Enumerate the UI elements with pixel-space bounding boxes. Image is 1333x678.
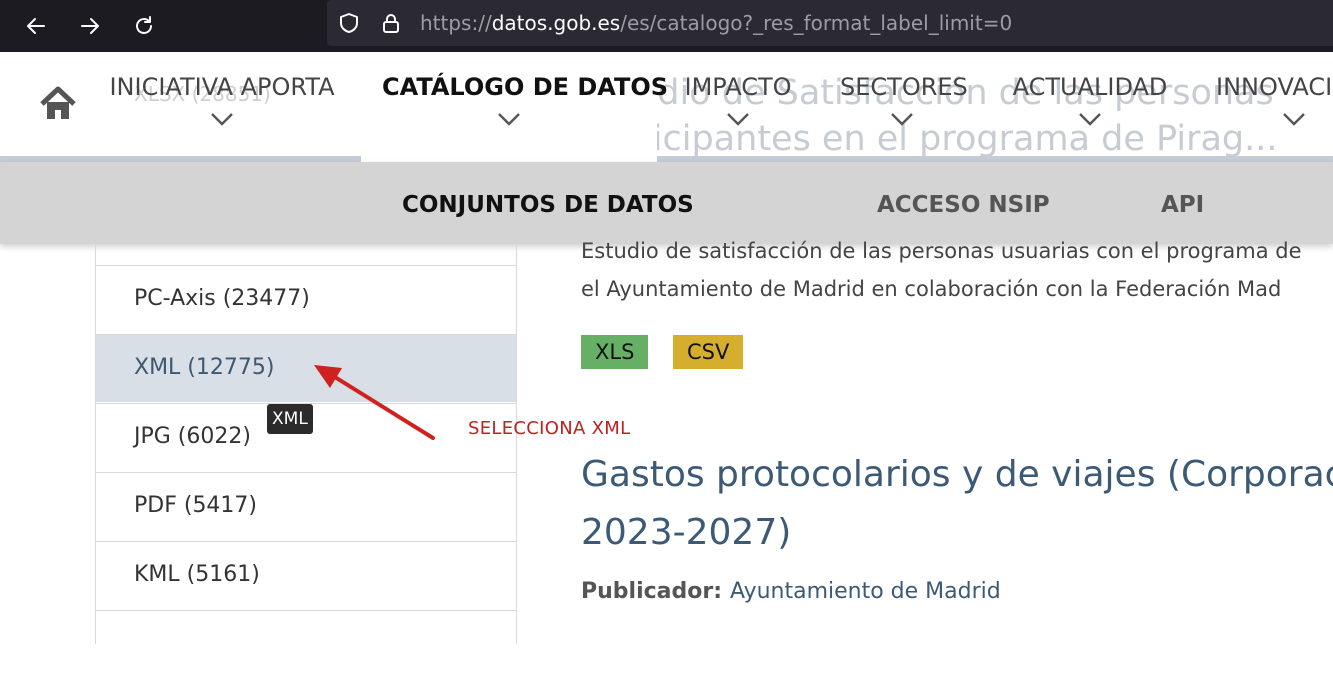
nav-label: INICIATIVA APORTA <box>109 73 335 101</box>
subnav-acceso-nsip[interactable]: ACCESO NSIP <box>877 192 1050 218</box>
facet-label: PDF (5417) <box>134 493 258 518</box>
chevron-down-icon <box>1079 113 1101 126</box>
dataset-title-link[interactable]: Gastos protocolarios y de viajes (Corpor… <box>581 446 1333 562</box>
tooltip: XML <box>267 404 313 434</box>
chevron-down-icon <box>727 113 749 126</box>
dataset-description: Estudio de satisfacción de las personas … <box>581 232 1333 308</box>
facet-pdf[interactable]: PDF (5417) <box>96 472 516 540</box>
nav-label: ACTUALIDAD <box>1012 73 1168 101</box>
nav-label: CATÁLOGO DE DATOS <box>382 73 669 101</box>
publisher-row: Publicador: Ayuntamiento de Madrid <box>581 579 1001 604</box>
nav-label: IMPACTO <box>684 73 792 101</box>
facet-kml[interactable]: KML (5161) <box>96 541 516 609</box>
nav-innovacion[interactable]: INNOVACI <box>1216 72 1333 132</box>
facet-xml[interactable]: XML (12775) <box>96 334 516 402</box>
chevron-down-icon <box>1283 113 1305 126</box>
annotation-label: SELECCIONA XML <box>468 418 631 439</box>
facet-next[interactable] <box>96 610 516 678</box>
format-badge-csv[interactable]: CSV <box>673 335 744 369</box>
description-line: Estudio de satisfacción de las personas … <box>581 239 1302 263</box>
publisher-label: Publicador: <box>581 579 723 604</box>
chevron-down-icon <box>211 113 233 126</box>
facet-label: KML (5161) <box>134 562 260 587</box>
facet-label: XML (12775) <box>134 355 275 380</box>
forward-icon[interactable] <box>72 8 108 44</box>
back-icon[interactable] <box>18 8 54 44</box>
nav-impacto[interactable]: IMPACTO <box>682 72 794 132</box>
url-text[interactable]: https://datos.gob.es/es/catalogo?_res_fo… <box>420 9 1012 37</box>
subnav-api[interactable]: API <box>1161 192 1204 218</box>
shield-icon[interactable] <box>335 9 363 37</box>
description-line: el Ayuntamiento de Madrid en colaboració… <box>581 277 1282 301</box>
publisher-link[interactable]: Ayuntamiento de Madrid <box>730 579 1001 604</box>
url-host: datos.gob.es <box>491 11 621 35</box>
format-badge-xls[interactable]: XLS <box>581 335 649 369</box>
facet-pc-axis[interactable]: PC-Axis (23477) <box>96 265 516 333</box>
url-prefix: https:// <box>420 11 492 35</box>
subnav-conjuntos-de-datos[interactable]: CONJUNTOS DE DATOS <box>402 192 694 218</box>
url-path: /es/catalogo?_res_format_label_limit=0 <box>620 11 1013 35</box>
browser-toolbar: https://datos.gob.es/es/catalogo?_res_fo… <box>0 0 1333 52</box>
home-icon[interactable] <box>38 84 78 124</box>
facet-label: JPG (6022) <box>134 424 251 449</box>
lock-icon[interactable] <box>377 9 405 37</box>
nav-iniciativa-aporta[interactable]: INICIATIVA APORTA <box>108 72 336 132</box>
nav-actualidad[interactable]: ACTUALIDAD <box>1010 72 1170 132</box>
nav-label: INNOVACI <box>1216 73 1333 101</box>
dataset-title-line: Gastos protocolarios y de viajes (Corpor… <box>581 454 1333 495</box>
chevron-down-icon <box>498 113 520 126</box>
nav-catalogo-de-datos[interactable]: CATÁLOGO DE DATOS <box>382 72 669 132</box>
dataset-title-line: 2023-2027) <box>581 512 792 553</box>
facet-label: PC-Axis (23477) <box>134 286 310 311</box>
nav-label: SECTORES <box>840 73 968 101</box>
nav-sectores[interactable]: SECTORES <box>840 72 968 132</box>
format-facet-list: PC-Axis (23477) XML (12775) JPG (6022) P… <box>95 244 517 644</box>
reload-icon[interactable] <box>126 8 162 44</box>
chevron-down-icon <box>891 113 913 126</box>
